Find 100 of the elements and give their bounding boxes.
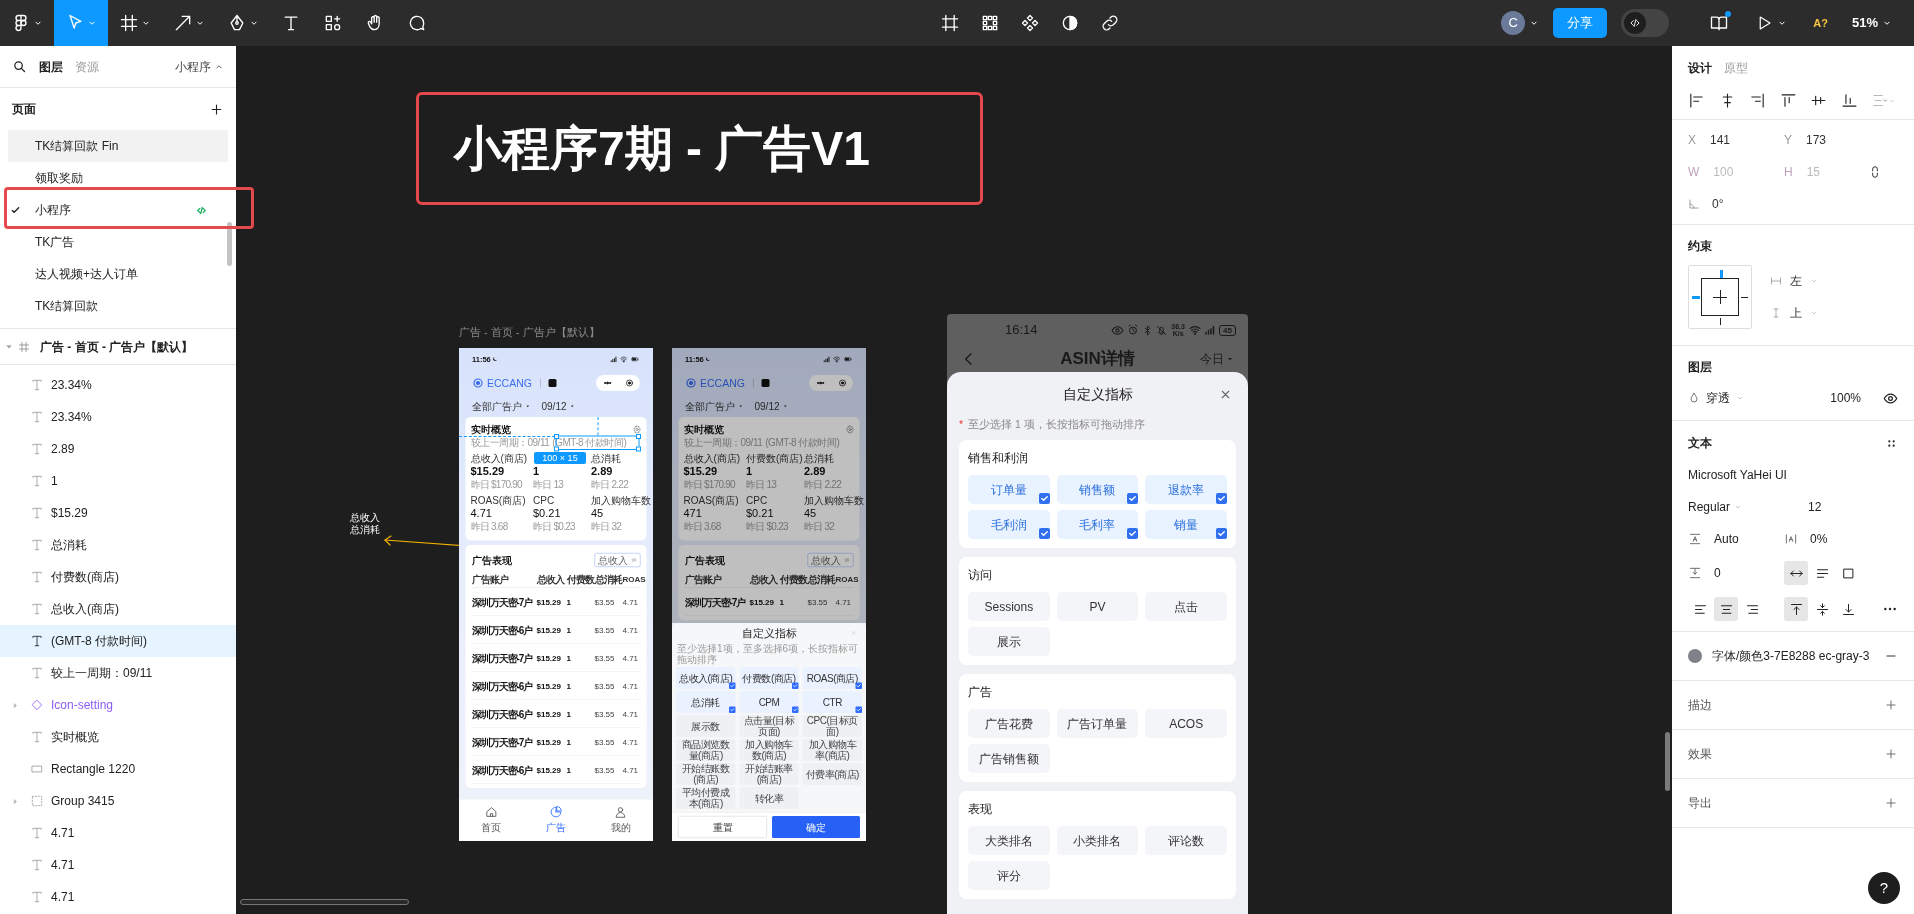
table-cell-text: 4.71: [622, 624, 640, 636]
metric-label: 总消耗: [591, 453, 622, 464]
filter-dropdown[interactable]: 全部广告户: [685, 398, 744, 414]
reset-button[interactable]: 重置: [678, 815, 767, 838]
line-height-field[interactable]: Auto: [1714, 530, 1739, 548]
size-label: 100 × 15: [534, 452, 586, 464]
metric-value: $0.21: [533, 506, 562, 521]
number-field[interactable]: 0°: [1712, 195, 1724, 213]
metric-option[interactable]: 小类排名: [1056, 826, 1139, 855]
fill-style-name[interactable]: 字体/颜色3-7E8288 ec-gray-3: [1712, 647, 1870, 665]
number-field[interactable]: 141: [1710, 131, 1731, 149]
page-switcher[interactable]: 小程序: [175, 57, 224, 76]
filter-dropdown[interactable]: 全部广告户: [472, 398, 531, 414]
metric-option[interactable]: ROAS(商店): [802, 667, 862, 689]
font-family-dropdown[interactable]: Microsoft YaHei UI: [1688, 465, 1898, 485]
metric-option[interactable]: 开始结账率(商店): [739, 763, 799, 785]
metric-option[interactable]: 销量: [1145, 510, 1227, 539]
table-cell-text: 深圳万天密-6户: [471, 763, 534, 778]
panel-tab[interactable]: 图层: [39, 57, 63, 76]
font-size-field[interactable]: 12: [1808, 498, 1898, 516]
metric-label: 总收入(商店): [683, 453, 742, 464]
table-cell-text: 4.71: [622, 652, 640, 664]
number-field[interactable]: 173: [1806, 131, 1827, 149]
constraint-dropdown[interactable]: 上: [1770, 304, 1818, 322]
metric-option[interactable]: 加入购物车数(商店): [739, 739, 799, 761]
metric-option[interactable]: 广告订单量: [1056, 709, 1139, 738]
field-label: X: [1688, 132, 1696, 149]
metric-option[interactable]: 商品浏览数量(商店): [676, 739, 736, 761]
sheet-title: 自定义指标: [741, 625, 797, 642]
section-title: 约束: [1688, 238, 1713, 255]
metric-option[interactable]: 点击量(目标页面): [739, 715, 799, 737]
metric-option[interactable]: 开始结账数(商店): [676, 763, 736, 785]
nav-tab[interactable]: 首页: [459, 799, 524, 841]
metric-option[interactable]: Sessions: [968, 592, 1050, 621]
table-cell-text: 深圳万天密-7户: [471, 735, 534, 750]
table-cell-text: $15.29: [536, 624, 562, 636]
metric-option[interactable]: 大类排名: [968, 826, 1050, 855]
nav-tab[interactable]: 广告: [523, 799, 589, 841]
metric-switch-button[interactable]: 总收入: [594, 553, 641, 567]
metric-option[interactable]: 点击: [1145, 592, 1227, 621]
blend-mode-dropdown[interactable]: 穿透: [1688, 389, 1744, 407]
metric-option[interactable]: 展示: [968, 627, 1050, 656]
metric-value: 2.89: [804, 464, 827, 479]
table-cell-text: $3.55: [594, 708, 616, 720]
section-title: 图层: [1688, 359, 1713, 376]
section-title: 描边: [1688, 697, 1712, 714]
metric-option[interactable]: 平均付费成本(商店): [676, 787, 736, 809]
metric-value: 45: [804, 506, 818, 521]
metric-option[interactable]: 广告花费: [968, 709, 1050, 738]
brand-name: ECCANG: [487, 376, 532, 391]
metric-option[interactable]: 毛利润: [968, 510, 1050, 539]
metric-option[interactable]: ACOS: [1145, 709, 1227, 738]
opacity-field[interactable]: 100%: [1830, 389, 1861, 407]
metric-value: 2.89: [591, 464, 614, 479]
metric-option[interactable]: CPC(目标页面): [802, 715, 862, 737]
metric-option[interactable]: 加入购物车率(商店): [802, 739, 862, 761]
paragraph-spacing-field[interactable]: 0: [1714, 564, 1721, 582]
metric-option[interactable]: PV: [1056, 592, 1139, 621]
metric-label: CPC: [746, 495, 769, 506]
nav-tab[interactable]: 我的: [588, 799, 653, 841]
metric-option[interactable]: 广告销售额: [968, 744, 1050, 773]
help-button[interactable]: ?: [1868, 872, 1900, 904]
filter-dropdown[interactable]: 09/12: [541, 398, 576, 414]
metric-previous: 昨日 32: [591, 521, 623, 532]
metric-option[interactable]: 评论数: [1145, 826, 1227, 855]
metric-option[interactable]: 评分: [968, 861, 1050, 890]
avatar[interactable]: C: [1501, 11, 1526, 35]
metric-option[interactable]: 总消耗: [676, 691, 736, 713]
table-cell-text: 4.71: [622, 764, 640, 776]
font-weight-dropdown[interactable]: Regular: [1688, 498, 1808, 516]
metric-option[interactable]: 订单量: [968, 475, 1050, 504]
missing-font-indicator[interactable]: A?: [1801, 14, 1828, 32]
card-title: 实时概览: [470, 423, 511, 437]
metric-option[interactable]: CTR: [802, 691, 862, 713]
table-cell-text: 深圳万天密-6户: [471, 679, 534, 694]
page-item[interactable]: TK结算回款 Fin: [8, 130, 228, 162]
column-header: 广告账户: [684, 572, 721, 587]
annotation-text: 总消耗: [350, 524, 380, 536]
metric-option[interactable]: 展示数: [676, 715, 736, 737]
field-label: Y: [1784, 132, 1792, 149]
metric-label: ROAS(商店): [683, 495, 740, 506]
constraint-dropdown[interactable]: 左: [1770, 272, 1818, 290]
metric-switch-button[interactable]: 总收入: [807, 553, 854, 567]
zoom-level[interactable]: 51%: [1851, 13, 1878, 33]
filter-dropdown[interactable]: 09/12: [754, 398, 789, 414]
column-header: 总收入: [749, 572, 777, 587]
panel-tab[interactable]: 设计: [1688, 59, 1712, 77]
metric-option[interactable]: CPM: [739, 691, 799, 713]
letter-spacing-field[interactable]: 0%: [1810, 530, 1828, 548]
column-header: 总收入: [536, 572, 564, 587]
metric-option[interactable]: 付费率(商店): [802, 763, 862, 785]
layer-item[interactable]: (GMT-8 付款时间): [0, 625, 236, 657]
confirm-button[interactable]: 确定: [772, 815, 860, 838]
metric-option[interactable]: 转化率: [739, 787, 799, 809]
table-cell-text: 4.71: [622, 680, 640, 692]
table-cell-text: $3.55: [807, 596, 829, 608]
metric-option[interactable]: 销售额: [1056, 475, 1139, 504]
metric-option[interactable]: 毛利率: [1056, 510, 1139, 539]
metric-option[interactable]: 退款率: [1145, 475, 1227, 504]
column-header: 广告账户: [471, 572, 508, 587]
